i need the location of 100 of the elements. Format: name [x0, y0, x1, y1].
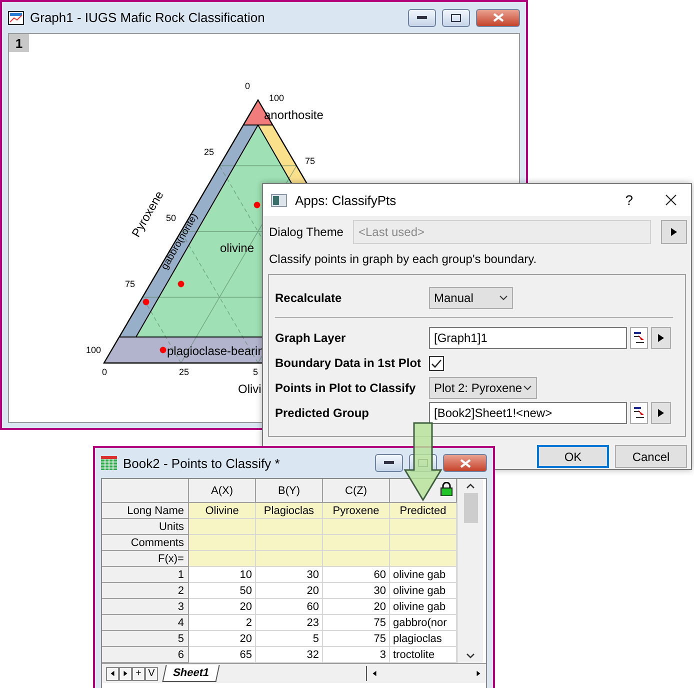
menu-button[interactable] [661, 220, 687, 244]
layer-tab[interactable]: 1 [9, 34, 29, 52]
label-cell[interactable] [390, 535, 457, 551]
table-cell[interactable]: 20 [189, 599, 256, 615]
sheet-nav-button[interactable]: + [132, 666, 145, 680]
region-label: plagioclase-bearin [167, 344, 264, 358]
check-icon [431, 358, 442, 368]
table-cell[interactable]: 23 [256, 615, 323, 631]
table-cell[interactable]: olivine gab [390, 567, 457, 583]
label-cell[interactable] [256, 535, 323, 551]
row-header[interactable]: Comments [102, 535, 189, 551]
region-label: olivine [220, 241, 254, 255]
field-label: Predicted Group [275, 406, 370, 420]
table-cell[interactable]: olivine gab [390, 583, 457, 599]
table-cell[interactable]: 30 [256, 567, 323, 583]
tick-label: 75 [125, 279, 136, 289]
checkbox[interactable] [429, 356, 444, 370]
dropdown[interactable]: Manual [429, 287, 513, 309]
lock-icon [440, 482, 453, 496]
row-header[interactable]: Long Name [102, 503, 189, 519]
dialog-button[interactable]: OK [537, 445, 609, 468]
next-sheet-button[interactable] [119, 666, 132, 680]
table-cell[interactable]: 2 [189, 615, 256, 631]
table-cell[interactable]: 60 [256, 599, 323, 615]
label-cell[interactable] [256, 519, 323, 535]
row-header[interactable]: 5 [102, 631, 189, 647]
sheet-nav-button[interactable]: V [145, 666, 158, 680]
minimize-icon [417, 16, 427, 20]
label-cell[interactable]: Olivine [189, 503, 256, 519]
select-button[interactable] [630, 402, 648, 424]
row-header[interactable]: 3 [102, 599, 189, 615]
row-header[interactable]: F(x)= [102, 551, 189, 567]
dialog-title: Apps: ClassifyPts [295, 192, 398, 208]
table-cell[interactable]: 60 [323, 567, 390, 583]
close-icon[interactable] [665, 194, 677, 206]
field-label: Points in Plot to Classify [275, 381, 417, 395]
table-cell[interactable]: troctolite [390, 647, 457, 663]
column-header[interactable]: C(Z) [323, 479, 390, 503]
restore-button[interactable] [442, 8, 470, 26]
label-cell[interactable] [323, 551, 390, 567]
close-button[interactable] [476, 8, 520, 26]
label-cell[interactable]: Pyroxene [323, 503, 390, 519]
previous-sheet-button[interactable] [106, 666, 119, 680]
field-label: Recalculate [275, 291, 343, 305]
label-cell[interactable] [189, 551, 256, 567]
data-point [160, 346, 166, 354]
dropdown[interactable]: Plot 2: Pyroxene [429, 377, 537, 399]
tick-label: 5 [253, 367, 258, 377]
input-field[interactable]: [Book2]Sheet1!<new> [429, 402, 627, 424]
label-cell[interactable] [323, 519, 390, 535]
dialog-button[interactable]: Cancel [615, 445, 687, 468]
label-cell[interactable]: Plagioclas [256, 503, 323, 519]
row-header[interactable]: Units [102, 519, 189, 535]
label-cell[interactable] [323, 535, 390, 551]
tick-label: 0 [245, 81, 250, 91]
help-button[interactable]: ? [601, 192, 657, 208]
corner-cell[interactable] [102, 479, 189, 503]
table-cell[interactable]: 20 [323, 599, 390, 615]
table-cell[interactable]: 75 [323, 615, 390, 631]
sheet-tab[interactable]: Sheet1 [162, 665, 220, 682]
table-cell[interactable]: 30 [323, 583, 390, 599]
table-cell[interactable]: 65 [189, 647, 256, 663]
data-point [254, 202, 260, 208]
minimize-button[interactable] [408, 8, 436, 26]
table-cell[interactable]: gabbro(nor [390, 615, 457, 631]
label-cell[interactable]: Predicted [390, 503, 457, 519]
label-cell[interactable] [390, 519, 457, 535]
table-cell[interactable]: plagioclas [390, 631, 457, 647]
table-cell[interactable]: 20 [189, 631, 256, 647]
label-cell[interactable] [189, 535, 256, 551]
table-cell[interactable]: 5 [256, 631, 323, 647]
table-cell[interactable]: 10 [189, 567, 256, 583]
column-header[interactable]: A(X) [189, 479, 256, 503]
row-header[interactable]: 1 [102, 567, 189, 583]
menu-button[interactable] [651, 327, 671, 349]
scrollbar-thumb[interactable] [464, 493, 478, 523]
table-cell[interactable]: olivine gab [390, 599, 457, 615]
row-header[interactable]: 2 [102, 583, 189, 599]
axis-title: Olivi [238, 382, 262, 396]
column-header[interactable]: B(Y) [256, 479, 323, 503]
table-cell[interactable]: 75 [323, 631, 390, 647]
close-icon [492, 13, 504, 22]
table-cell[interactable]: 32 [256, 647, 323, 663]
table-cell[interactable]: 20 [256, 583, 323, 599]
vertical-scrollbar[interactable] [457, 479, 483, 663]
menu-button[interactable] [651, 402, 671, 424]
row-header[interactable]: 6 [102, 647, 189, 663]
table-cell[interactable]: 50 [189, 583, 256, 599]
select-button[interactable] [630, 327, 648, 349]
label-cell[interactable] [390, 551, 457, 567]
close-button[interactable] [443, 454, 487, 472]
table-cell[interactable]: 3 [323, 647, 390, 663]
close-icon [460, 458, 470, 468]
app-icon [271, 194, 287, 206]
minimize-button[interactable] [375, 454, 403, 472]
triangle-icon [670, 228, 678, 236]
row-header[interactable]: 4 [102, 615, 189, 631]
label-cell[interactable] [189, 519, 256, 535]
input-field[interactable]: [Graph1]1 [429, 327, 627, 349]
label-cell[interactable] [256, 551, 323, 567]
